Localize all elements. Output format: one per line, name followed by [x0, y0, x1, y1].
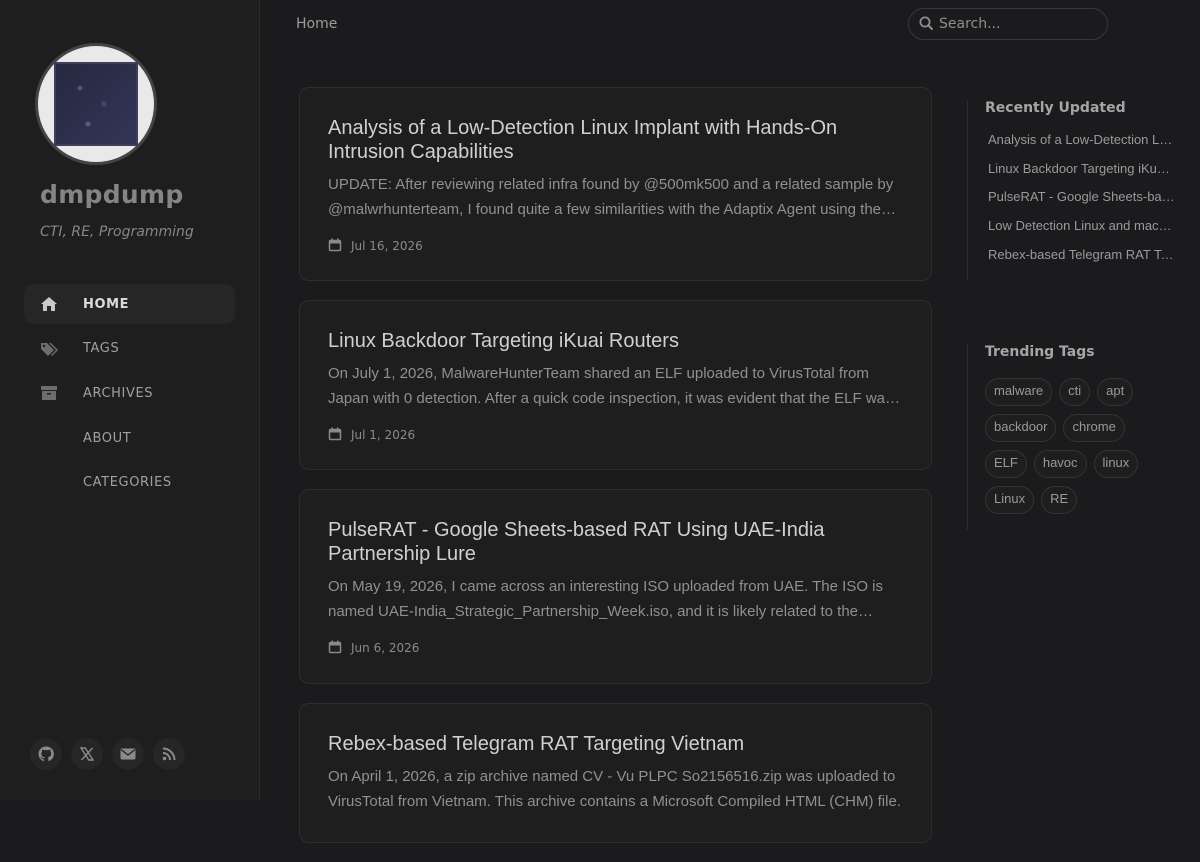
topbar: Home [260, 0, 1200, 50]
nav-label: ARCHIVES [83, 385, 154, 401]
nav-item-tags[interactable]: TAGS [24, 329, 235, 369]
recent-item[interactable]: Low Detection Linux and macOS Havoc Agen… [985, 216, 1175, 245]
nav-label: HOME [83, 296, 130, 312]
tag-chip[interactable]: RE [1041, 486, 1078, 514]
nav-label: CATEGORIES [83, 475, 172, 491]
nav-item-about[interactable]: ABOUT [24, 418, 235, 458]
nav-item-archives[interactable]: ARCHIVES [24, 373, 235, 413]
site-title[interactable]: dmpdump [40, 180, 184, 209]
stream-icon [39, 473, 59, 493]
tag-list: malware cti apt backdoor chrome ELF havo… [985, 378, 1165, 514]
nav-item-home[interactable]: HOME [24, 284, 235, 324]
nav-item-categories[interactable]: CATEGORIES [24, 463, 235, 503]
home-icon [39, 294, 59, 314]
post-title[interactable]: Linux Backdoor Targeting iKuai Routers [328, 329, 903, 353]
recent-item[interactable]: PulseRAT - Google Sheets-based RAT Using… [985, 187, 1175, 216]
trending-tags: Trending Tags malware cti apt backdoor c… [967, 344, 1200, 530]
recent-list: Analysis of a Low-Detection Linux Implan… [985, 130, 1200, 273]
tag-chip[interactable]: malware [985, 378, 1053, 406]
tag-chip[interactable]: linux [1093, 450, 1139, 478]
nav-label: ABOUT [83, 430, 132, 446]
info-icon [39, 428, 59, 448]
post-card[interactable]: Analysis of a Low-Detection Linux Implan… [299, 87, 932, 281]
calendar-icon [328, 640, 342, 657]
site-subtitle: CTI, RE, Programming [40, 224, 194, 240]
post-title[interactable]: Rebex-based Telegram RAT Targeting Vietn… [328, 732, 903, 756]
post-excerpt: UPDATE: After reviewing related infra fo… [328, 176, 894, 218]
avatar-image [54, 62, 138, 146]
tags-icon [39, 339, 59, 359]
tag-chip[interactable]: apt [1097, 378, 1134, 406]
github-icon[interactable] [30, 738, 62, 770]
tag-chip[interactable]: Linux [985, 486, 1035, 514]
post-date: Jul 1, 2026 [351, 428, 416, 442]
right-panel: Recently Updated Analysis of a Low-Detec… [967, 96, 1200, 530]
envelope-icon[interactable] [112, 738, 144, 770]
post-meta: Jul 1, 2026 [328, 425, 903, 445]
panel-heading: Recently Updated [985, 100, 1126, 116]
sidebar: dmpdump CTI, RE, Programming HOME TAGS A… [0, 0, 260, 800]
post-date: Jul 16, 2026 [351, 239, 423, 253]
tag-chip[interactable]: chrome [1063, 414, 1125, 442]
calendar-icon [328, 427, 342, 444]
recently-updated: Recently Updated Analysis of a Low-Detec… [967, 100, 1200, 280]
tag-chip[interactable]: ELF [985, 450, 1027, 478]
post-card[interactable]: Rebex-based Telegram RAT Targeting Vietn… [299, 703, 932, 843]
post-card[interactable]: PulseRAT - Google Sheets-based RAT Using… [299, 489, 932, 684]
sidebar-nav: HOME TAGS ARCHIVES ABOUT CATEGORIES [24, 284, 235, 507]
breadcrumb[interactable]: Home [296, 16, 337, 32]
post-excerpt: On July 1, 2026, MalwareHunterTeam share… [328, 365, 893, 407]
post-card[interactable]: Linux Backdoor Targeting iKuai Routers O… [299, 300, 932, 470]
tag-chip[interactable]: backdoor [985, 414, 1057, 442]
calendar-icon [328, 238, 342, 255]
rss-icon[interactable] [153, 738, 185, 770]
post-meta: Jul 16, 2026 [328, 236, 903, 256]
post-list: Analysis of a Low-Detection Linux Implan… [299, 87, 932, 862]
post-title[interactable]: PulseRAT - Google Sheets-based RAT Using… [328, 518, 903, 566]
recent-item[interactable]: Rebex-based Telegram RAT Targeting Vietn… [985, 245, 1175, 274]
panel-heading: Trending Tags [985, 344, 1095, 360]
post-date: Jun 6, 2026 [351, 641, 420, 655]
tag-chip[interactable]: cti [1059, 378, 1091, 406]
search-input[interactable] [939, 16, 1099, 32]
social-links [30, 738, 185, 770]
recent-item[interactable]: Analysis of a Low-Detection Linux Implan… [985, 130, 1175, 159]
post-excerpt: On May 19, 2026, I came across an intere… [328, 578, 883, 620]
recent-item[interactable]: Linux Backdoor Targeting iKuai Routers [985, 159, 1175, 188]
post-meta: Jun 6, 2026 [328, 638, 903, 658]
tag-chip[interactable]: havoc [1033, 450, 1087, 478]
archive-icon [39, 383, 59, 403]
nav-label: TAGS [83, 341, 120, 357]
x-twitter-icon[interactable] [71, 738, 103, 770]
post-title[interactable]: Analysis of a Low-Detection Linux Implan… [328, 116, 903, 164]
avatar[interactable] [38, 46, 154, 162]
post-excerpt: On April 1, 2026, a zip archive named CV… [328, 768, 901, 810]
search-box[interactable] [908, 8, 1108, 40]
search-icon [919, 15, 933, 34]
